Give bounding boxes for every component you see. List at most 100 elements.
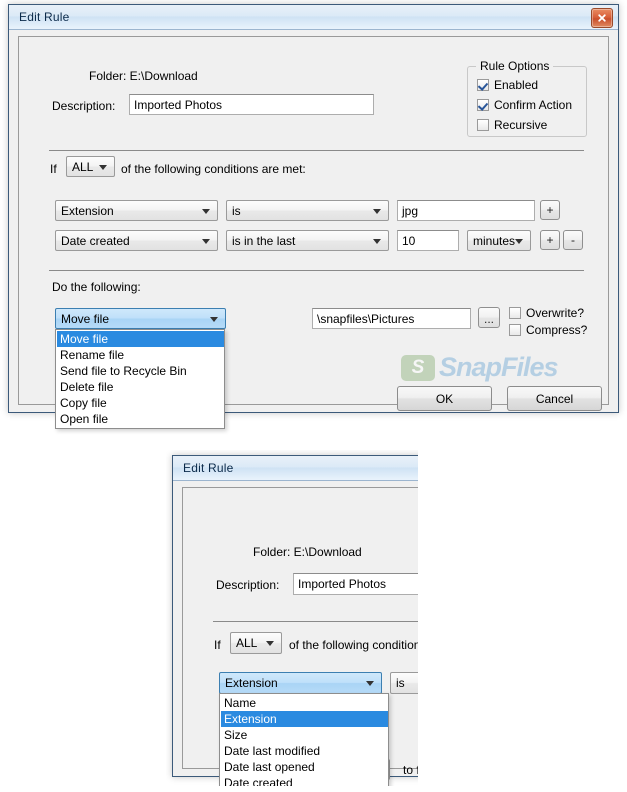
close-icon[interactable] bbox=[591, 8, 613, 28]
conditions-prefix-label: If bbox=[50, 162, 57, 176]
condition-2-operator-combo[interactable]: is in the last bbox=[226, 230, 389, 251]
match-mode-value: ALL bbox=[72, 159, 94, 174]
condition-2-operator-value: is in the last bbox=[232, 233, 296, 248]
dialog-content-panel: Folder: E:\Download Description: Importe… bbox=[18, 36, 609, 429]
checkbox-enabled[interactable]: Enabled bbox=[477, 78, 538, 92]
chevron-down-icon bbox=[266, 641, 274, 646]
edit-rule-dialog-primary: Edit Rule Folder: E:\Download Descriptio… bbox=[8, 4, 619, 429]
rule-options-title: Rule Options bbox=[476, 59, 554, 73]
chevron-down-icon bbox=[515, 238, 523, 244]
description-label-secondary: Description: bbox=[216, 578, 280, 592]
condition-2-add-button[interactable]: + bbox=[540, 230, 560, 250]
description-input-secondary[interactable]: Imported Photos bbox=[293, 573, 418, 595]
checkbox-recursive-box[interactable] bbox=[477, 119, 489, 131]
checkbox-recursive[interactable]: Recursive bbox=[477, 118, 547, 132]
action-option-open-file[interactable]: Open file bbox=[57, 411, 224, 427]
conditions-suffix-label: of the following conditions are met: bbox=[121, 162, 306, 176]
chevron-down-icon bbox=[366, 681, 374, 686]
condition-1-field-combo[interactable]: Extension bbox=[55, 200, 218, 221]
folder-label-secondary: Folder: E:\Download bbox=[253, 545, 362, 559]
to-folder-label-secondary: to folde bbox=[403, 763, 418, 777]
condition-1-add-button[interactable]: + bbox=[540, 200, 560, 220]
window-title: Edit Rule bbox=[19, 10, 70, 24]
dialog2-client-area: Folder: E:\Download Description: Importe… bbox=[173, 481, 418, 786]
cancel-button[interactable]: Cancel bbox=[507, 386, 602, 411]
checkbox-confirm-action-box[interactable] bbox=[477, 99, 489, 111]
field-option-size[interactable]: Size bbox=[221, 727, 388, 743]
action-section-label: Do the following: bbox=[52, 280, 141, 294]
checkbox-confirm-action-label: Confirm Action bbox=[494, 98, 573, 112]
checkbox-overwrite[interactable]: Overwrite? bbox=[509, 306, 584, 320]
checkbox-compress-label: Compress? bbox=[526, 323, 588, 337]
conditions-prefix-label-secondary: If bbox=[214, 638, 221, 652]
field-option-date-last-modified[interactable]: Date last modified bbox=[221, 743, 388, 759]
condition-2-field-value: Date created bbox=[61, 233, 130, 248]
dialog2-content-panel: Folder: E:\Download Description: Importe… bbox=[182, 487, 418, 786]
action-combo-value: Move file bbox=[61, 311, 110, 326]
window-title-secondary: Edit Rule bbox=[183, 461, 234, 475]
chevron-down-icon bbox=[202, 208, 210, 214]
titlebar-secondary[interactable]: Edit Rule bbox=[173, 456, 418, 481]
chevron-down-icon bbox=[210, 316, 218, 322]
condition-1-field-value: Extension bbox=[61, 203, 114, 218]
field-option-extension[interactable]: Extension bbox=[221, 711, 388, 727]
action-dropdown-list[interactable]: Move file Rename file Send file to Recyc… bbox=[55, 329, 225, 429]
checkbox-confirm-action[interactable]: Confirm Action bbox=[477, 98, 572, 112]
match-mode-combo[interactable]: ALL bbox=[66, 156, 115, 177]
checkbox-enabled-label: Enabled bbox=[494, 78, 539, 92]
checkbox-overwrite-box[interactable] bbox=[509, 307, 521, 319]
condition-1-value-input[interactable]: jpg bbox=[397, 200, 535, 221]
match-mode-combo-secondary[interactable]: ALL bbox=[230, 632, 282, 654]
screenshot-stage: Edit Rule Folder: E:\Download Descriptio… bbox=[0, 0, 627, 792]
ok-button[interactable]: OK bbox=[397, 386, 492, 411]
condition-field-combo-secondary[interactable]: Extension bbox=[219, 672, 382, 694]
section-divider-action bbox=[49, 270, 584, 271]
chevron-down-icon bbox=[373, 238, 381, 244]
chevron-down-icon bbox=[99, 164, 107, 170]
folder-label: Folder: E:\Download bbox=[89, 69, 198, 83]
condition-operator-value-secondary: is bbox=[396, 676, 405, 690]
dialog-client-area: Folder: E:\Download Description: Importe… bbox=[9, 30, 618, 429]
watermark-badge: S bbox=[401, 354, 435, 381]
rule-options-group: Rule Options Enabled Confirm Action Recu… bbox=[467, 59, 587, 137]
condition-operator-combo-secondary[interactable]: is bbox=[390, 672, 418, 694]
condition-2-unit-combo[interactable]: minutes bbox=[467, 230, 531, 251]
edit-rule-dialog-secondary: Edit Rule Folder: E:\Download Descriptio… bbox=[172, 455, 418, 786]
condition-1-operator-combo[interactable]: is bbox=[226, 200, 389, 221]
condition-field-dropdown-list-secondary[interactable]: Name Extension Size Date last modified D… bbox=[219, 693, 389, 786]
watermark-text: SnapFiles bbox=[439, 352, 559, 382]
condition-2-unit-value: minutes bbox=[473, 233, 516, 248]
checkbox-compress[interactable]: Compress? bbox=[509, 323, 587, 337]
field-option-name[interactable]: Name bbox=[221, 695, 388, 711]
action-option-move-file[interactable]: Move file bbox=[57, 331, 224, 347]
checkbox-compress-box[interactable] bbox=[509, 324, 521, 336]
checkbox-overwrite-label: Overwrite? bbox=[526, 306, 585, 320]
condition-2-remove-button[interactable]: - bbox=[563, 230, 583, 250]
browse-button[interactable]: ... bbox=[478, 307, 500, 328]
action-option-rename-file[interactable]: Rename file bbox=[57, 347, 224, 363]
action-option-delete-file[interactable]: Delete file bbox=[57, 379, 224, 395]
condition-2-value-input[interactable]: 10 bbox=[397, 230, 459, 251]
conditions-suffix-label-secondary: of the following conditions are bbox=[289, 638, 418, 652]
condition-1-operator-value: is bbox=[232, 203, 241, 218]
checkbox-recursive-label: Recursive bbox=[494, 118, 548, 132]
field-option-date-created[interactable]: Date created bbox=[221, 775, 388, 786]
condition-2-field-combo[interactable]: Date created bbox=[55, 230, 218, 251]
condition-field-value-secondary: Extension bbox=[225, 676, 278, 690]
action-combo[interactable]: Move file bbox=[55, 308, 226, 329]
titlebar-primary[interactable]: Edit Rule bbox=[9, 5, 618, 30]
action-option-send-to-recycle-bin[interactable]: Send file to Recycle Bin bbox=[57, 363, 224, 379]
description-input[interactable]: Imported Photos bbox=[129, 94, 374, 115]
chevron-down-icon bbox=[373, 208, 381, 214]
field-option-date-last-opened[interactable]: Date last opened bbox=[221, 759, 388, 775]
destination-input[interactable]: \snapfiles\Pictures bbox=[312, 308, 471, 329]
edit-rule-dialog-secondary-clip: Edit Rule Folder: E:\Download Descriptio… bbox=[166, 450, 418, 786]
description-label: Description: bbox=[52, 99, 116, 113]
checkbox-enabled-box[interactable] bbox=[477, 79, 489, 91]
snapfiles-watermark: S SnapFiles bbox=[401, 352, 559, 383]
section-divider-conditions bbox=[49, 150, 584, 151]
action-option-copy-file[interactable]: Copy file bbox=[57, 395, 224, 411]
section-divider-conditions-secondary bbox=[213, 621, 418, 622]
match-mode-value-secondary: ALL bbox=[236, 636, 258, 650]
chevron-down-icon bbox=[202, 238, 210, 244]
